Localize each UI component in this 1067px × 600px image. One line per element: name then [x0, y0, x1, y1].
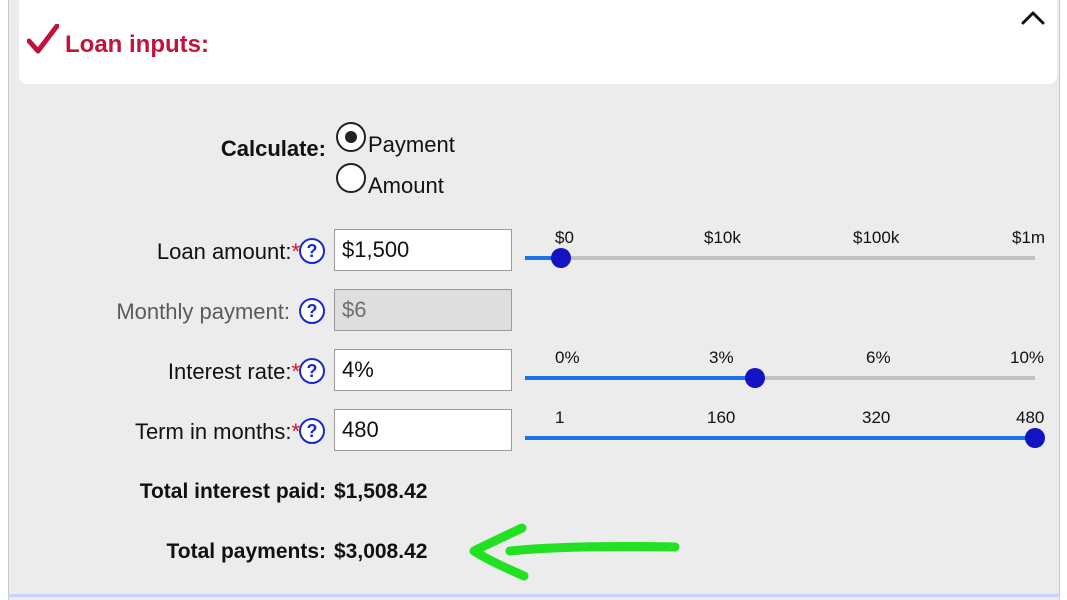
term-tick-3: 480 [1016, 408, 1045, 427]
rate-tick-0: 0% [555, 348, 580, 367]
radio-amount[interactable] [336, 163, 366, 193]
radio-amount-label[interactable]: Amount [368, 173, 444, 199]
right-border [1059, 0, 1067, 600]
loan-tick-0: $0 [555, 228, 574, 247]
monthly-payment-help-icon[interactable]: ? [299, 298, 325, 324]
term-label: Term in months:* [134, 419, 300, 444]
loan-tick-2: $100k [853, 228, 900, 247]
interest-rate-label: Interest rate:* [167, 359, 300, 384]
interest-rate-help-icon[interactable]: ? [299, 358, 325, 384]
loan-amount-input[interactable] [334, 229, 512, 271]
interest-rate-slider[interactable] [525, 368, 1035, 388]
term-slider-fill [525, 436, 1035, 440]
loan-tick-1: $10k [704, 228, 741, 247]
rate-tick-1: 3% [709, 348, 734, 367]
total-interest-value: $1,508.42 [334, 480, 428, 503]
rate-tick-3: 10% [1010, 348, 1045, 367]
checkmark-icon [27, 24, 59, 54]
loan-amount-slider[interactable] [525, 248, 1035, 268]
calculate-label: Calculate: [220, 136, 326, 161]
term-slider[interactable] [525, 428, 1045, 448]
chevron-up-icon[interactable] [1019, 6, 1047, 28]
section-title: Loan inputs: [65, 31, 209, 58]
loan-amount-label: Loan amount:* [156, 239, 300, 264]
interest-rate-slider-thumb[interactable] [744, 368, 765, 388]
radio-payment[interactable] [336, 122, 366, 152]
left-border [0, 0, 9, 600]
radio-payment-label[interactable]: Payment [368, 132, 455, 158]
section-header[interactable]: Loan inputs: [19, 0, 1057, 84]
term-tick-0: 1 [555, 408, 565, 427]
total-payments-label: Total payments: [166, 540, 326, 563]
loan-amount-slider-thumb[interactable] [550, 248, 571, 268]
term-input[interactable] [334, 409, 512, 451]
bottom-divider [8, 594, 1060, 597]
interest-rate-input[interactable] [334, 349, 512, 391]
term-slider-thumb[interactable] [1025, 428, 1045, 448]
rate-tick-2: 6% [866, 348, 891, 367]
green-arrow-annotation [469, 523, 680, 581]
loan-amount-help-icon[interactable]: ? [299, 238, 325, 264]
term-help-icon[interactable]: ? [299, 418, 325, 444]
interest-rate-slider-fill [525, 376, 755, 380]
total-payments-value: $3,008.42 [334, 540, 428, 563]
term-tick-1: 160 [707, 408, 736, 427]
total-interest-label: Total interest paid: [139, 480, 326, 503]
monthly-payment-input [334, 289, 512, 331]
loan-tick-3: $1m [1012, 228, 1046, 247]
monthly-payment-label: Monthly payment: [116, 299, 290, 324]
term-tick-2: 320 [862, 408, 891, 427]
